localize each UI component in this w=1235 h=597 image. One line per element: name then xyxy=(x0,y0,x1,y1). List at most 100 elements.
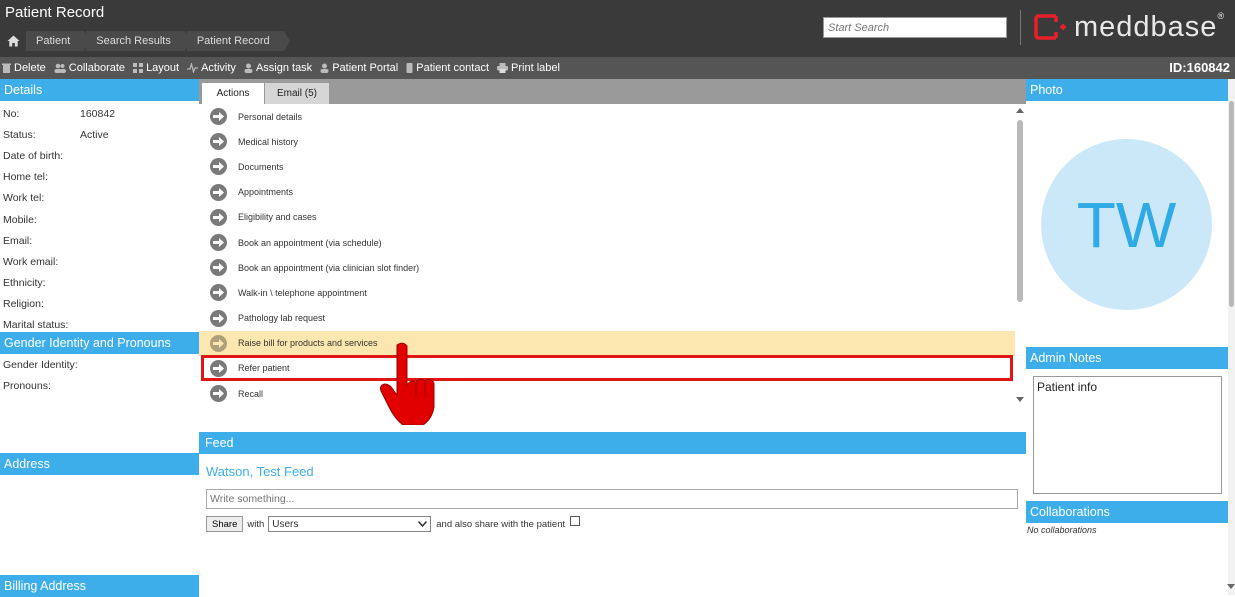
action-personal-details[interactable]: Personal details xyxy=(199,104,1015,129)
search-input[interactable] xyxy=(823,17,1007,38)
delete-button[interactable]: Delete xyxy=(0,62,52,74)
details-header: Details xyxy=(0,79,199,101)
breadcrumb-search-results[interactable]: Search Results xyxy=(86,31,191,51)
patient-id: ID:160842 xyxy=(1169,60,1230,75)
action-appointments[interactable]: Appointments xyxy=(199,180,1015,205)
print-label-button[interactable]: Print label xyxy=(495,62,566,74)
activity-button[interactable]: Activity xyxy=(185,62,242,74)
main-panel: Actions Email (5) Personal details Medic… xyxy=(199,79,1026,595)
arrow-right-icon xyxy=(210,359,227,377)
grid-icon xyxy=(133,63,144,73)
detail-label: Work email: xyxy=(3,255,59,268)
home-icon[interactable] xyxy=(0,31,26,51)
detail-label: Religion: xyxy=(3,298,44,311)
action-label: Appointments xyxy=(238,187,294,198)
detail-row-ethnicity: Ethnicity: xyxy=(0,273,199,294)
page-scrollbar[interactable] xyxy=(1227,79,1235,595)
users-icon xyxy=(54,63,66,73)
pointing-hand-icon xyxy=(380,342,435,425)
meddbase-logo: meddbase® xyxy=(1033,10,1225,44)
gender-identity-row: Gender Identity: xyxy=(0,354,199,375)
detail-row-email: Email: xyxy=(0,230,199,251)
share-row: Share with Users and also share with the… xyxy=(206,516,581,532)
scrollbar-thumb[interactable] xyxy=(1017,120,1023,302)
arrow-right-icon xyxy=(210,334,227,352)
detail-label: Date of birth: xyxy=(3,149,64,162)
detail-value: Active xyxy=(80,128,109,141)
patient-avatar[interactable]: TW xyxy=(1041,139,1212,310)
actions-scrollbar[interactable] xyxy=(1015,104,1026,408)
arrow-right-icon xyxy=(210,234,227,252)
share-audience-select[interactable]: Users xyxy=(268,516,432,532)
photo-header: Photo xyxy=(1026,79,1228,101)
page-title: Patient Record xyxy=(5,4,105,21)
feed-patient-name[interactable]: Watson, Test Feed xyxy=(206,464,314,479)
share-audience-value: Users xyxy=(272,518,299,530)
admin-notes-header: Admin Notes xyxy=(1026,347,1228,369)
record-toolbar: Delete Collaborate Layout Activity Assig… xyxy=(0,57,1235,79)
detail-row-no: No: 160842 xyxy=(0,103,199,124)
share-button[interactable]: Share xyxy=(206,516,244,532)
right-panel: Photo TW Admin Notes Patient info Collab… xyxy=(1026,79,1228,595)
patient-contact-button[interactable]: Patient contact xyxy=(404,62,495,74)
scroll-up-icon[interactable] xyxy=(1016,108,1024,113)
detail-row-work-tel: Work tel: xyxy=(0,188,199,209)
action-eligibility-and-cases[interactable]: Eligibility and cases xyxy=(199,205,1015,230)
arrow-right-icon xyxy=(210,385,227,403)
arrow-right-icon xyxy=(210,309,227,327)
action-label: Personal details xyxy=(238,111,303,122)
chevron-down-icon xyxy=(418,521,428,527)
tab-bar: Actions Email (5) xyxy=(199,79,1026,104)
action-refer-patient[interactable]: Refer patient xyxy=(199,356,1015,381)
pulse-icon xyxy=(187,63,199,73)
feed-post-input[interactable] xyxy=(206,489,1018,509)
action-walk-in-telephone[interactable]: Walk-in \ telephone appointment xyxy=(199,280,1015,305)
tab-email[interactable]: Email (5) xyxy=(265,83,329,104)
admin-notes-box[interactable]: Patient info xyxy=(1033,376,1222,494)
logo-divider xyxy=(1020,10,1021,45)
breadcrumb-patient-record[interactable]: Patient Record xyxy=(186,31,290,51)
action-pathology-lab-request[interactable]: Pathology lab request xyxy=(199,306,1015,331)
action-documents[interactable]: Documents xyxy=(199,154,1015,179)
action-book-appointment-slot-finder[interactable]: Book an appointment (via clinician slot … xyxy=(199,255,1015,280)
activity-label: Activity xyxy=(201,62,236,74)
share-with-patient-checkbox[interactable] xyxy=(570,516,581,526)
breadcrumb-patient[interactable]: Patient xyxy=(26,31,91,51)
detail-label: Ethnicity: xyxy=(3,277,46,290)
scroll-down-icon[interactable] xyxy=(1227,584,1235,589)
tab-actions[interactable]: Actions xyxy=(202,83,264,104)
action-book-appointment-schedule[interactable]: Book an appointment (via schedule) xyxy=(199,230,1015,255)
no-collaborations-text: No collaborations xyxy=(1027,525,1097,535)
assign-task-label: Assign task xyxy=(255,62,313,74)
action-label: Book an appointment (via clinician slot … xyxy=(238,262,420,273)
action-label: Recall xyxy=(238,388,264,399)
left-panel: Details No: 160842 Status: Active Date of … xyxy=(0,79,199,597)
layout-button[interactable]: Layout xyxy=(131,62,185,74)
user-icon xyxy=(320,63,329,73)
collaborations-header: Collaborations xyxy=(1026,501,1228,523)
details-list: No: 160842 Status: Active Date of birth: H… xyxy=(0,101,199,336)
action-label: Raise bill for products and services xyxy=(238,338,378,349)
detail-label: Work tel: xyxy=(3,192,45,205)
patient-portal-button[interactable]: Patient Portal xyxy=(318,62,404,74)
detail-label: Home tel: xyxy=(3,171,48,184)
address-header: Address xyxy=(0,453,199,475)
detail-row-status: Status: Active xyxy=(0,124,199,145)
action-label: Documents xyxy=(238,161,284,172)
patient-contact-label: Patient contact xyxy=(416,62,490,74)
logo-text: meddbase xyxy=(1074,10,1218,43)
phone-icon xyxy=(406,63,413,73)
scroll-down-icon[interactable] xyxy=(1016,397,1024,402)
assign-task-button[interactable]: Assign task xyxy=(242,62,318,74)
page-scrollbar-thumb[interactable] xyxy=(1229,101,1234,307)
detail-label: No: xyxy=(3,107,20,120)
action-medical-history[interactable]: Medical history xyxy=(199,129,1015,154)
billing-address-header: Billing Address xyxy=(0,575,199,597)
detail-label: Mobile: xyxy=(3,213,37,226)
action-recall[interactable]: Recall xyxy=(199,381,1015,406)
action-raise-bill[interactable]: Raise bill for products and services xyxy=(199,330,1015,356)
collaborate-button[interactable]: Collaborate xyxy=(52,62,131,74)
meddbase-logo-icon xyxy=(1034,14,1066,40)
action-label: Walk-in \ telephone appointment xyxy=(238,287,367,298)
delete-label: Delete xyxy=(14,62,46,74)
